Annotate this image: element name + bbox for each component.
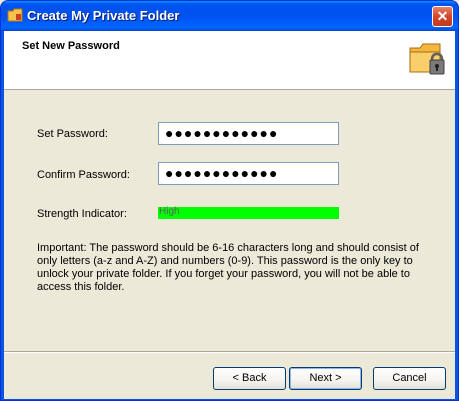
wizard-header: Set New Password bbox=[4, 31, 455, 90]
set-password-field[interactable]: ●●●●●●●●●●●● bbox=[158, 122, 339, 145]
close-button[interactable]: ✕ bbox=[432, 6, 453, 27]
back-button[interactable]: < Back bbox=[213, 367, 286, 390]
set-password-label: Set Password: bbox=[37, 128, 108, 140]
window-title: Create My Private Folder bbox=[27, 8, 180, 23]
next-button[interactable]: Next > bbox=[289, 367, 362, 390]
confirm-password-label: Confirm Password: bbox=[37, 169, 130, 181]
dialog-window: Create My Private Folder ✕ Set New Passw… bbox=[0, 0, 459, 401]
strength-value: High bbox=[159, 206, 180, 217]
footer-divider bbox=[4, 351, 455, 353]
folder-lock-icon bbox=[7, 8, 23, 22]
page-title: Set New Password bbox=[22, 40, 120, 52]
important-note: Important: The password should be 6-16 c… bbox=[37, 242, 419, 293]
cancel-button[interactable]: Cancel bbox=[373, 367, 446, 390]
confirm-password-field[interactable]: ●●●●●●●●●●●● bbox=[158, 162, 339, 185]
folder-lock-icon bbox=[409, 43, 445, 75]
strength-label: Strength Indicator: bbox=[37, 208, 127, 220]
client-area: Set New Password Set Password: ●●●●●●●●●… bbox=[4, 31, 455, 399]
strength-indicator-bar: High bbox=[158, 206, 339, 219]
title-bar[interactable]: Create My Private Folder ✕ bbox=[1, 1, 458, 31]
